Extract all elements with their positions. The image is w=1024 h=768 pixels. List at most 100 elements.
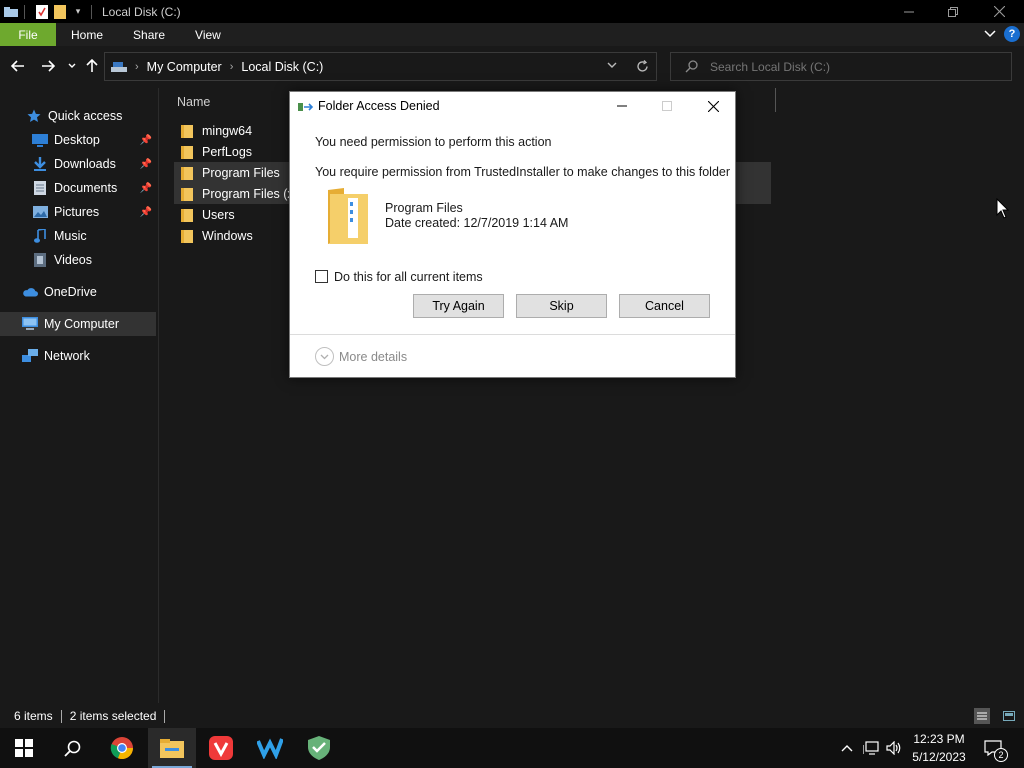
folder-icon	[181, 208, 195, 222]
sidebar-item-network[interactable]: Network	[0, 344, 156, 368]
close-button[interactable]	[976, 0, 1022, 23]
dialog-heading: You need permission to perform this acti…	[315, 135, 552, 149]
recent-locations-chevron-icon[interactable]	[62, 56, 82, 76]
status-bar: 6 items 2 items selected	[0, 704, 1024, 728]
address-bar[interactable]: › My Computer › Local Disk (C:)	[104, 52, 657, 81]
sidebar-item-label: OneDrive	[44, 285, 97, 299]
details-view-icon[interactable]	[974, 708, 990, 724]
star-icon	[26, 108, 42, 124]
folder-access-denied-dialog: Folder Access Denied You need permission…	[289, 91, 736, 378]
dialog-minimize-button[interactable]	[600, 92, 644, 120]
downloads-icon	[32, 156, 48, 172]
dialog-close-button[interactable]	[691, 92, 735, 120]
search-icon[interactable]	[48, 728, 96, 768]
file-explorer-icon[interactable]	[148, 728, 196, 768]
search-input[interactable]	[710, 59, 990, 74]
address-history-chevron-icon[interactable]	[607, 62, 617, 69]
titlebar-divider	[24, 4, 25, 19]
sidebar-item-onedrive[interactable]: OneDrive	[0, 280, 156, 304]
sidebar-item-label: Downloads	[54, 157, 116, 171]
navigation-pane-divider[interactable]	[158, 88, 159, 703]
dialog-title: Folder Access Denied	[318, 99, 440, 113]
explorer-app-icon[interactable]	[4, 5, 18, 19]
customize-toolbar-icon[interactable]: ▾	[71, 5, 85, 19]
back-button[interactable]	[8, 56, 28, 76]
sidebar-item-label: Videos	[54, 253, 92, 267]
sidebar-item-music[interactable]: Music	[0, 224, 156, 248]
skip-button[interactable]: Skip	[516, 294, 607, 318]
folder-icon	[181, 145, 195, 159]
computer-icon	[22, 316, 38, 332]
large-icons-view-icon[interactable]	[1001, 708, 1017, 724]
refresh-icon[interactable]	[636, 60, 649, 73]
videos-icon	[32, 252, 48, 268]
file-name: mingw64	[202, 123, 253, 138]
ribbon-tabs: File Home Share View ?	[0, 23, 1024, 46]
wrike-icon[interactable]	[246, 728, 294, 768]
chrome-icon[interactable]	[98, 728, 146, 768]
sidebar-item-label: Quick access	[48, 109, 123, 123]
more-details-link[interactable]: More details	[339, 350, 407, 364]
tab-share[interactable]: Share	[118, 23, 180, 46]
pictures-icon	[32, 204, 48, 220]
folder-icon	[181, 187, 195, 201]
clock-date: 5/12/2023	[912, 750, 966, 764]
vivaldi-icon[interactable]	[197, 728, 245, 768]
dialog-app-icon	[298, 101, 314, 113]
network-status-icon[interactable]	[860, 728, 882, 768]
sidebar-item-videos[interactable]: Videos	[0, 248, 156, 272]
breadcrumb-separator-icon[interactable]: ›	[135, 61, 139, 73]
search-icon	[685, 60, 698, 73]
status-divider	[60, 709, 62, 723]
sidebar-item-pictures[interactable]: Pictures 📌	[0, 200, 156, 224]
folder-icon	[181, 229, 195, 243]
item-count: 6 items	[14, 709, 53, 723]
help-icon[interactable]: ?	[1004, 26, 1020, 42]
cancel-button[interactable]: Cancel	[619, 294, 710, 318]
sidebar-item-downloads[interactable]: Downloads 📌	[0, 152, 156, 176]
breadcrumb-my-computer[interactable]: My Computer	[147, 60, 222, 74]
breadcrumb-separator-icon[interactable]: ›	[230, 61, 234, 73]
desktop-icon	[32, 132, 48, 148]
more-details-chevron-icon[interactable]	[315, 347, 334, 366]
minimize-button[interactable]	[886, 0, 932, 23]
windows-start-icon[interactable]	[0, 728, 48, 768]
pin-icon[interactable]: 📌	[140, 207, 152, 218]
file-name: Users	[202, 207, 235, 222]
tab-home[interactable]: Home	[56, 23, 118, 46]
try-again-button[interactable]: Try Again	[413, 294, 504, 318]
expand-ribbon-icon[interactable]	[984, 27, 996, 41]
sidebar-item-label: Pictures	[54, 205, 100, 219]
action-center-icon[interactable]: 2	[980, 728, 1008, 768]
column-header-name[interactable]: Name	[177, 95, 210, 109]
search-box[interactable]	[670, 52, 1012, 81]
sidebar-item-label: Desktop	[54, 133, 100, 147]
show-hidden-icons-chevron-icon[interactable]	[838, 728, 856, 768]
sidebar-item-desktop[interactable]: Desktop 📌	[0, 128, 156, 152]
tab-file[interactable]: File	[0, 23, 56, 46]
sidebar-item-my-computer[interactable]: My Computer	[0, 312, 156, 336]
sidebar-item-quick-access[interactable]: Quick access	[0, 104, 156, 128]
apply-to-all-label[interactable]: Do this for all current items	[334, 270, 483, 284]
column-divider[interactable]	[775, 88, 776, 112]
pin-icon[interactable]: 📌	[140, 135, 152, 146]
forward-button[interactable]	[38, 56, 58, 76]
breadcrumb-local-disk[interactable]: Local Disk (C:)	[241, 60, 323, 74]
tab-view[interactable]: View	[180, 23, 236, 46]
dialog-message: You require permission from TrustedInsta…	[315, 165, 731, 179]
dialog-maximize-button	[645, 92, 689, 120]
pin-icon[interactable]: 📌	[140, 183, 152, 194]
properties-icon[interactable]	[35, 4, 49, 19]
pin-icon[interactable]: 📌	[140, 159, 152, 170]
adguard-icon[interactable]	[295, 728, 343, 768]
up-button[interactable]	[82, 56, 102, 76]
sidebar-item-documents[interactable]: Documents 📌	[0, 176, 156, 200]
navigation-pane: Quick access Desktop 📌 Downloads 📌 Docum…	[0, 88, 158, 703]
taskbar-clock[interactable]: 12:23 PM 5/12/2023	[908, 730, 970, 766]
restore-button[interactable]	[930, 0, 976, 23]
item-date-created: Date created: 12/7/2019 1:14 AM	[385, 216, 569, 230]
window-title: Local Disk (C:)	[102, 4, 181, 19]
new-folder-icon[interactable]	[53, 4, 67, 19]
volume-icon[interactable]	[884, 728, 904, 768]
apply-to-all-checkbox[interactable]	[315, 270, 328, 283]
